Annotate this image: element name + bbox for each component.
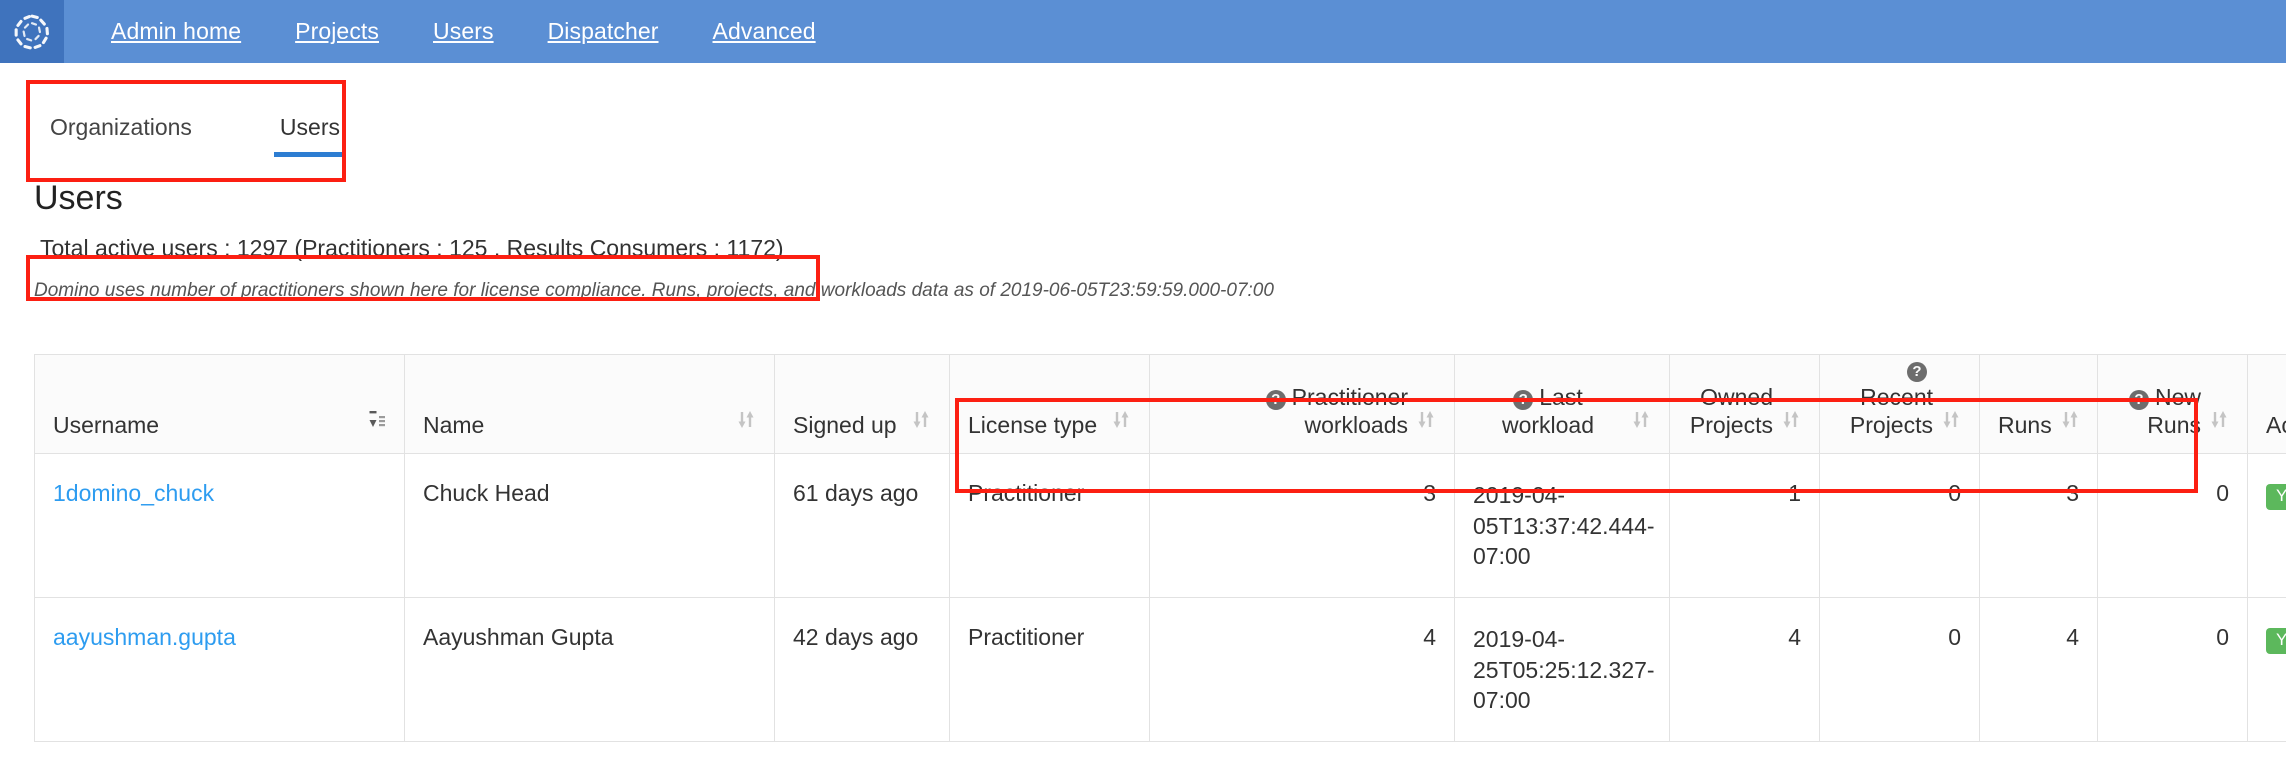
domino-logo-button[interactable] <box>0 0 64 63</box>
col-label-practitioner-workloads: ?Practitioner workloads <box>1168 383 1408 439</box>
cell-username: 1domino_chuck <box>35 454 405 598</box>
col-label-owned-projects: Owned Projects <box>1688 383 1773 439</box>
col-header-signed-up[interactable]: Signed up <box>775 355 950 454</box>
col-label-name: Name <box>423 411 484 439</box>
sort-icon-new-runs[interactable] <box>2209 407 2229 439</box>
sort-icon-owned-projects[interactable] <box>1781 407 1801 439</box>
col-header-license-type[interactable]: License type <box>950 355 1150 454</box>
col-label-username: Username <box>53 411 159 439</box>
users-table-header-row: Username Name <box>35 355 2286 454</box>
cell-owned-projects: 1 <box>1670 454 1820 598</box>
domino-logo-icon <box>10 10 54 54</box>
col-label-license-type: License type <box>968 411 1097 439</box>
sort-icon-username[interactable] <box>368 407 386 439</box>
cell-recent-projects: 0 <box>1820 454 1980 598</box>
col-header-practitioner-workloads[interactable]: ?Practitioner workloads <box>1150 355 1455 454</box>
page-title: Users <box>0 179 2286 218</box>
users-table-head: Username Name <box>35 355 2286 454</box>
cell-last-workload: 2019-04-25T05:25:12.327-07:00 <box>1455 598 1670 742</box>
users-table: Username Name <box>34 354 2286 742</box>
tab-users[interactable]: Users <box>260 114 360 157</box>
cell-owned-projects: 4 <box>1670 598 1820 742</box>
col-header-owned-projects[interactable]: Owned Projects <box>1670 355 1820 454</box>
col-label-active: Active <box>2266 411 2286 439</box>
col-label-new-runs: ?New Runs <box>2116 383 2201 439</box>
cell-new-runs: 0 <box>2098 598 2248 742</box>
col-header-username[interactable]: Username <box>35 355 405 454</box>
cell-active: Yes <box>2248 598 2286 742</box>
nav-dispatcher[interactable]: Dispatcher <box>521 0 686 63</box>
col-header-active[interactable]: Active <box>2248 355 2286 454</box>
users-table-container: Username Name <box>0 354 2286 742</box>
status-badge: Yes <box>2266 628 2286 654</box>
sort-icon-recent-projects[interactable] <box>1941 407 1961 439</box>
nav-users[interactable]: Users <box>406 0 521 63</box>
cell-active: Yes <box>2248 454 2286 598</box>
cell-new-runs: 0 <box>2098 454 2248 598</box>
cell-license-type: Practitioner <box>950 598 1150 742</box>
nav-item-list: Admin home Projects Users Dispatcher Adv… <box>64 0 843 63</box>
sort-icon-runs[interactable] <box>2060 407 2080 439</box>
total-active-users-summary: Total active users : 1297 (Practitioners… <box>0 235 2286 262</box>
table-row: 1domino_chuck Chuck Head 61 days ago Pra… <box>35 454 2286 598</box>
sort-icon-practitioner-workloads[interactable] <box>1416 407 1436 439</box>
cell-username: aayushman.gupta <box>35 598 405 742</box>
help-icon-new-runs[interactable]: ? <box>2129 390 2149 410</box>
status-badge: Yes <box>2266 484 2286 510</box>
cell-name: Chuck Head <box>405 454 775 598</box>
cell-name: Aayushman Gupta <box>405 598 775 742</box>
nav-admin-home[interactable]: Admin home <box>84 0 268 63</box>
cell-signed-up: 61 days ago <box>775 454 950 598</box>
cell-runs: 4 <box>1980 598 2098 742</box>
help-icon-recent-projects[interactable]: ? <box>1907 362 1927 382</box>
user-link[interactable]: aayushman.gupta <box>53 624 236 650</box>
cell-recent-projects: 0 <box>1820 598 1980 742</box>
sort-icon-license-type[interactable] <box>1111 407 1131 439</box>
license-compliance-note: Domino uses number of practitioners show… <box>0 280 2286 302</box>
cell-last-workload: 2019-04-05T13:37:42.444-07:00 <box>1455 454 1670 598</box>
cell-signed-up: 42 days ago <box>775 598 950 742</box>
col-header-recent-projects[interactable]: ?Recent Projects <box>1820 355 1980 454</box>
help-icon-last-workload[interactable]: ? <box>1513 390 1533 410</box>
cell-runs: 3 <box>1980 454 2098 598</box>
col-header-runs[interactable]: Runs <box>1980 355 2098 454</box>
sort-icon-last-workload[interactable] <box>1631 407 1651 439</box>
col-header-last-workload[interactable]: ?Last workload <box>1455 355 1670 454</box>
tab-organizations[interactable]: Organizations <box>30 114 212 157</box>
sort-icon-name[interactable] <box>736 407 756 439</box>
col-header-new-runs[interactable]: ?New Runs <box>2098 355 2248 454</box>
nav-advanced[interactable]: Advanced <box>686 0 843 63</box>
users-table-body: 1domino_chuck Chuck Head 61 days ago Pra… <box>35 454 2286 742</box>
sort-icon-signed-up[interactable] <box>911 407 931 439</box>
tab-bar: Organizations Users <box>0 85 2286 157</box>
top-navbar: Admin home Projects Users Dispatcher Adv… <box>0 0 2286 63</box>
nav-projects[interactable]: Projects <box>268 0 406 63</box>
user-link[interactable]: 1domino_chuck <box>53 480 214 506</box>
col-label-runs: Runs <box>1998 411 2052 439</box>
cell-practitioner-workloads: 3 <box>1150 454 1455 598</box>
col-header-name[interactable]: Name <box>405 355 775 454</box>
col-label-recent-projects: ?Recent Projects <box>1838 355 1933 439</box>
col-label-signed-up: Signed up <box>793 411 897 439</box>
table-row: aayushman.gupta Aayushman Gupta 42 days … <box>35 598 2286 742</box>
col-label-last-workload: ?Last workload <box>1473 383 1623 439</box>
cell-license-type: Practitioner <box>950 454 1150 598</box>
help-icon-practitioner-workloads[interactable]: ? <box>1266 390 1286 410</box>
cell-practitioner-workloads: 4 <box>1150 598 1455 742</box>
